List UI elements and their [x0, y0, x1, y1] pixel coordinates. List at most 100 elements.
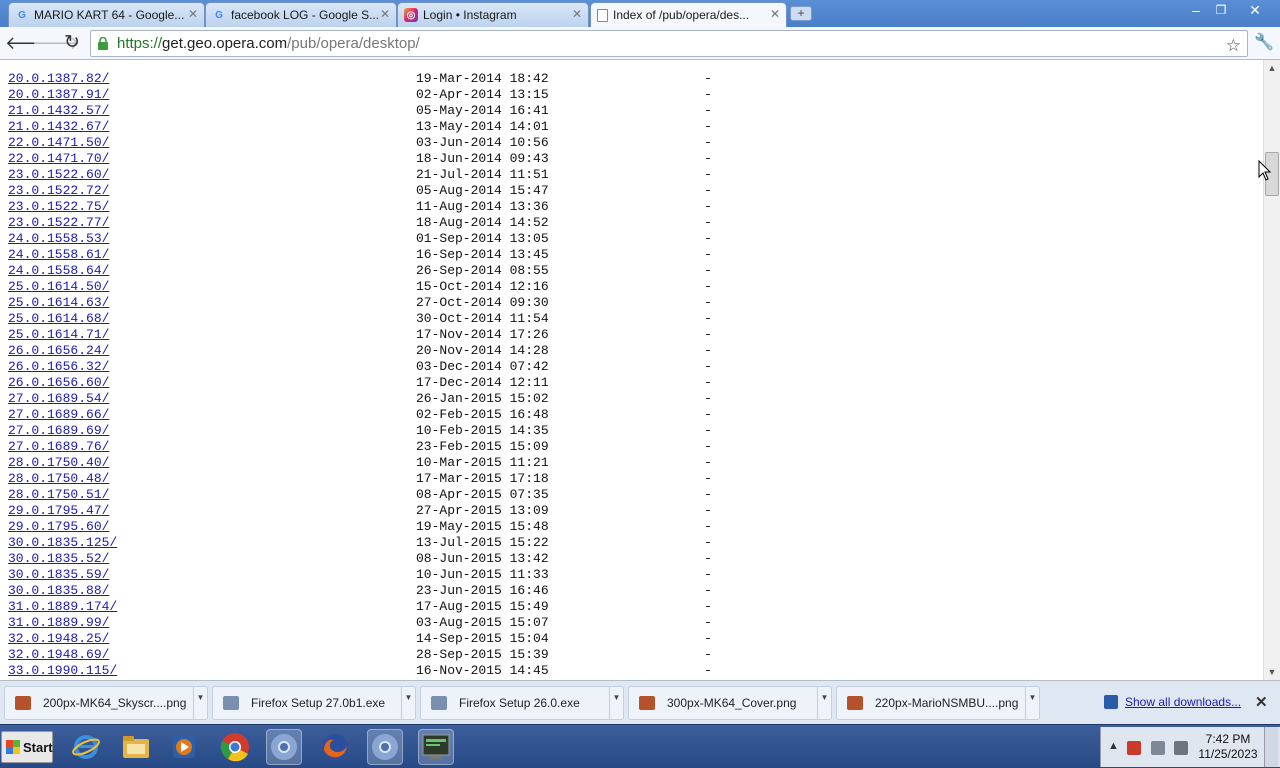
tab-instagram[interactable]: ◎ Login • Instagram ✕ [397, 2, 589, 27]
file-size: - [704, 103, 712, 118]
directory-link[interactable]: 28.0.1750.48/ [8, 471, 109, 487]
show-hidden-icons-icon[interactable]: ▲ [1108, 740, 1119, 752]
start-button[interactable]: Start [1, 731, 53, 763]
directory-link[interactable]: 33.0.1990.115/ [8, 663, 117, 679]
directory-link[interactable]: 23.0.1522.77/ [8, 215, 109, 231]
internet-explorer-icon[interactable] [68, 729, 104, 765]
directory-link[interactable]: 28.0.1750.40/ [8, 455, 109, 471]
tab-mario-kart[interactable]: G MARIO KART 64 - Google... ✕ [8, 2, 205, 27]
minimize-button[interactable]: – [1183, 1, 1209, 19]
flag-icon[interactable] [1127, 741, 1141, 755]
close-downloads-button[interactable]: ✕ [1255, 693, 1268, 711]
chevron-down-icon[interactable]: ▼ [817, 687, 831, 719]
directory-link[interactable]: 27.0.1689.66/ [8, 407, 109, 423]
tab-opera-index[interactable]: Index of /pub/opera/des... ✕ [590, 2, 787, 27]
media-player-icon[interactable] [166, 729, 202, 765]
file-size: - [704, 151, 712, 166]
back-button[interactable]: 🡐 [5, 32, 53, 54]
directory-link[interactable]: 20.0.1387.82/ [8, 71, 109, 87]
vertical-scrollbar[interactable]: ▲ ▼ [1263, 60, 1280, 680]
scroll-down-arrow-icon[interactable]: ▼ [1264, 664, 1280, 680]
directory-link[interactable]: 21.0.1432.57/ [8, 103, 109, 119]
directory-link[interactable]: 29.0.1795.47/ [8, 503, 109, 519]
directory-link[interactable]: 25.0.1614.68/ [8, 311, 109, 327]
wrench-menu-icon[interactable]: 🔧 [1254, 32, 1274, 52]
network-icon[interactable] [1151, 741, 1165, 755]
window-close-button[interactable]: ✕ [1233, 1, 1277, 19]
close-icon[interactable]: ✕ [770, 7, 780, 21]
restore-button[interactable]: ❐ [1209, 1, 1233, 19]
volume-muted-icon[interactable] [1174, 741, 1188, 755]
chevron-down-icon[interactable]: ▼ [1025, 687, 1039, 719]
clock[interactable]: 7:42 PM 11/25/2023 [1197, 732, 1259, 762]
directory-link[interactable]: 22.0.1471.50/ [8, 135, 109, 151]
directory-link[interactable]: 29.0.1795.60/ [8, 519, 109, 535]
table-row: 26.0.1656.32/03-Dec-2014 07:42 - [8, 359, 712, 375]
bookmark-star-icon[interactable]: ☆ [1226, 33, 1241, 58]
scroll-up-arrow-icon[interactable]: ▲ [1264, 60, 1280, 76]
chrome-icon[interactable] [217, 729, 253, 765]
directory-link[interactable]: 23.0.1522.75/ [8, 199, 109, 215]
directory-link[interactable]: 24.0.1558.53/ [8, 231, 109, 247]
directory-link[interactable]: 27.0.1689.76/ [8, 439, 109, 455]
modified-date: 13-Jul-2015 15:22 [416, 535, 549, 550]
directory-link[interactable]: 28.0.1750.51/ [8, 487, 109, 503]
table-row: 24.0.1558.53/01-Sep-2014 13:05 - [8, 231, 712, 247]
chevron-down-icon[interactable]: ▼ [401, 687, 415, 719]
show-all-downloads-link[interactable]: Show all downloads... [1104, 695, 1241, 709]
modified-date: 15-Oct-2014 12:16 [416, 279, 549, 294]
show-desktop-button[interactable] [1264, 727, 1278, 767]
directory-link[interactable]: 25.0.1614.50/ [8, 279, 109, 295]
download-item[interactable]: 200px-MK64_Skyscr....png ▼ [4, 686, 208, 720]
directory-link[interactable]: 21.0.1432.67/ [8, 119, 109, 135]
modified-date: 01-Sep-2014 13:05 [416, 231, 549, 246]
chrome-icon[interactable] [266, 729, 302, 765]
close-icon[interactable]: ✕ [380, 7, 390, 21]
directory-link[interactable]: 27.0.1689.69/ [8, 423, 109, 439]
directory-link[interactable]: 26.0.1656.32/ [8, 359, 109, 375]
table-row: 27.0.1689.66/02-Feb-2015 16:48 - [8, 407, 712, 423]
download-item[interactable]: Firefox Setup 26.0.exe ▼ [420, 686, 624, 720]
forward-button[interactable]: 🡒 [32, 32, 80, 54]
directory-link[interactable]: 30.0.1835.88/ [8, 583, 109, 599]
download-item[interactable]: 300px-MK64_Cover.png ▼ [628, 686, 832, 720]
directory-link[interactable]: 31.0.1889.174/ [8, 599, 117, 615]
tab-title: Login • Instagram [423, 8, 517, 22]
directory-link[interactable]: 27.0.1689.54/ [8, 391, 109, 407]
directory-link[interactable]: 30.0.1835.125/ [8, 535, 117, 551]
directory-link[interactable]: 24.0.1558.64/ [8, 263, 109, 279]
modified-date: 08-Jun-2015 13:42 [416, 551, 549, 566]
close-icon[interactable]: ✕ [572, 7, 582, 21]
directory-link[interactable]: 25.0.1614.71/ [8, 327, 109, 343]
terminal-icon[interactable] [418, 729, 454, 765]
file-size: - [704, 135, 712, 150]
address-bar[interactable]: https://get.geo.opera.com/pub/opera/desk… [90, 30, 1248, 57]
download-item[interactable]: Firefox Setup 27.0b1.exe ▼ [212, 686, 416, 720]
directory-link[interactable]: 24.0.1558.61/ [8, 247, 109, 263]
directory-link[interactable]: 26.0.1656.24/ [8, 343, 109, 359]
directory-link[interactable]: 25.0.1614.63/ [8, 295, 109, 311]
directory-link[interactable]: 22.0.1471.70/ [8, 151, 109, 167]
chevron-down-icon[interactable]: ▼ [609, 687, 623, 719]
file-size: - [704, 567, 712, 582]
download-item[interactable]: 220px-MarioNSMBU....png ▼ [836, 686, 1040, 720]
table-row: 23.0.1522.75/11-Aug-2014 13:36 - [8, 199, 712, 215]
new-tab-button[interactable]: + [790, 6, 812, 21]
directory-link[interactable]: 20.0.1387.91/ [8, 87, 109, 103]
directory-link[interactable]: 30.0.1835.52/ [8, 551, 109, 567]
chrome-icon[interactable] [367, 729, 403, 765]
chevron-down-icon[interactable]: ▼ [193, 687, 207, 719]
tab-facebook-log[interactable]: G facebook LOG - Google S... ✕ [205, 2, 397, 27]
firefox-icon[interactable] [317, 729, 353, 765]
directory-link[interactable]: 23.0.1522.60/ [8, 167, 109, 183]
reload-button[interactable]: ↻ [61, 32, 83, 54]
directory-link[interactable]: 30.0.1835.59/ [8, 567, 109, 583]
directory-link[interactable]: 23.0.1522.72/ [8, 183, 109, 199]
file-size: - [704, 631, 712, 646]
directory-link[interactable]: 32.0.1948.69/ [8, 647, 109, 663]
directory-link[interactable]: 31.0.1889.99/ [8, 615, 109, 631]
close-icon[interactable]: ✕ [188, 7, 198, 21]
file-explorer-icon[interactable] [118, 729, 154, 765]
directory-link[interactable]: 26.0.1656.60/ [8, 375, 109, 391]
directory-link[interactable]: 32.0.1948.25/ [8, 631, 109, 647]
